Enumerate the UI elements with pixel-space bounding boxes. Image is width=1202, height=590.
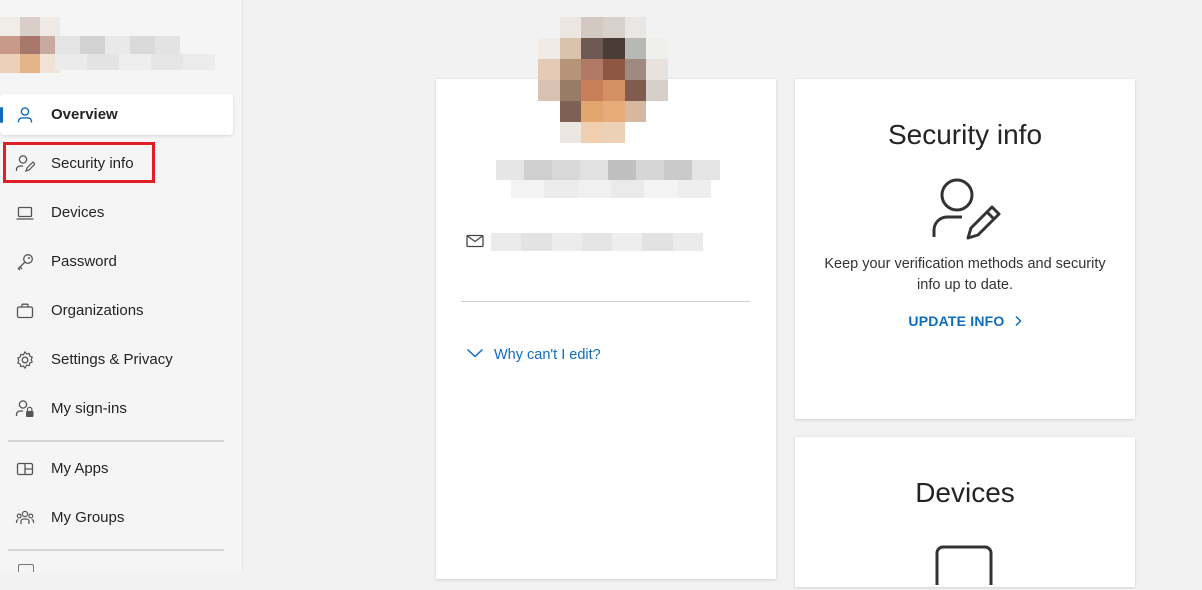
gear-icon: [15, 350, 35, 370]
devices-card: Devices: [795, 437, 1135, 590]
people-icon: [15, 508, 35, 528]
account-avatar[interactable]: [0, 17, 60, 73]
sidebar-item-my-sign-ins[interactable]: My sign-ins: [0, 388, 233, 429]
profile-email-redacted: [491, 233, 703, 251]
person-key-icon: [15, 154, 35, 174]
sidebar-item-security-info[interactable]: Security info: [0, 143, 233, 184]
sidebar-item-label: My sign-ins: [51, 400, 127, 417]
sidebar-item-my-groups[interactable]: My Groups: [0, 497, 233, 538]
sidebar-divider: [8, 549, 224, 551]
security-info-title: Security info: [887, 119, 1043, 150]
sidebar-item-label: Organizations: [51, 302, 144, 319]
profile-subtitle-redacted: [511, 180, 711, 198]
update-info-link[interactable]: UPDATE INFO: [795, 313, 1135, 330]
update-info-label: UPDATE INFO: [908, 313, 1005, 329]
chevron-right-icon: [1014, 314, 1022, 330]
person-icon: [15, 105, 35, 125]
profile-divider: [461, 301, 750, 302]
sidebar-item-partial[interactable]: [18, 564, 178, 572]
profile-name-redacted: [496, 160, 720, 180]
sidebar-item-password[interactable]: Password: [0, 241, 233, 282]
profile-photo: [538, 17, 668, 143]
laptop-icon: [15, 203, 35, 223]
sidebar-item-overview[interactable]: Overview: [0, 94, 233, 135]
account-name-redacted: [55, 36, 180, 54]
why-cant-edit-toggle[interactable]: Why can't I edit?: [466, 347, 601, 363]
mail-icon: [466, 234, 484, 253]
security-info-description: Keep your verification methods and secur…: [824, 256, 1106, 293]
laptop-icon: [935, 545, 995, 590]
apps-icon: [15, 459, 35, 479]
sidebar-item-label: Overview: [51, 106, 118, 123]
sidebar: Overview Security info Devices Password …: [0, 0, 243, 572]
why-cant-edit-label: Why can't I edit?: [494, 347, 601, 363]
sidebar-item-label: Security info: [51, 155, 134, 172]
person-lock-icon: [15, 399, 35, 419]
sidebar-item-my-apps[interactable]: My Apps: [0, 448, 233, 489]
sidebar-item-label: Settings & Privacy: [51, 351, 173, 368]
security-info-card: Security info Keep your verification met…: [795, 79, 1135, 419]
chevron-down-icon: [466, 347, 484, 363]
sidebar-item-label: My Groups: [51, 509, 125, 526]
profile-card: Why can't I edit?: [436, 79, 776, 579]
sidebar-item-organizations[interactable]: Organizations: [0, 290, 233, 331]
sidebar-item-label: Devices: [51, 204, 105, 221]
sidebar-item-devices[interactable]: Devices: [0, 192, 233, 233]
sidebar-divider: [8, 440, 224, 442]
account-email-redacted: [55, 54, 215, 70]
person-edit-icon: [931, 175, 1001, 246]
sidebar-item-settings-privacy[interactable]: Settings & Privacy: [0, 339, 233, 380]
sidebar-item-label: My Apps: [51, 460, 109, 477]
key-icon: [15, 252, 35, 272]
sidebar-item-label: Password: [51, 253, 117, 270]
devices-title: Devices: [915, 477, 1015, 508]
briefcase-icon: [15, 301, 35, 321]
